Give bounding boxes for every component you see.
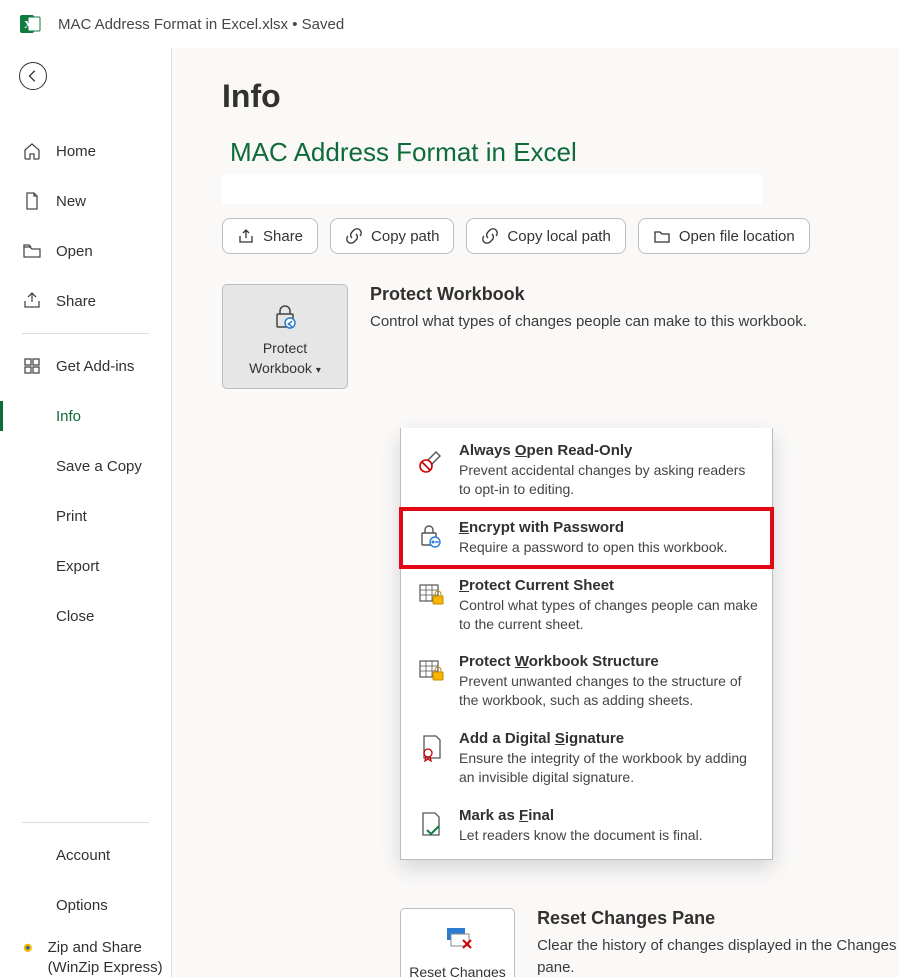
sidebar-item-label: Open	[56, 243, 93, 260]
sidebar-separator	[22, 333, 149, 334]
dropdown-item-title: Protect Workbook Structure	[459, 653, 758, 670]
sidebar-item-label: Options	[56, 897, 108, 914]
button-label-line1: Reset Changes	[409, 964, 506, 977]
dropdown-item-desc: Ensure the integrity of the workbook by …	[459, 749, 758, 787]
excel-app-icon: X	[18, 12, 42, 36]
copy-path-button[interactable]: Copy path	[330, 218, 454, 254]
sidebar-item-options[interactable]: Options	[0, 880, 171, 930]
dropdown-item-title: Add a Digital Signature	[459, 730, 758, 747]
sheet-lock-icon	[415, 577, 447, 613]
dropdown-item-title: Always Open Read-Only	[459, 442, 758, 459]
section-description: Control what types of changes people can…	[370, 311, 807, 333]
dropdown-item-desc: Control what types of changes people can…	[459, 596, 758, 634]
sidebar-item-label: Close	[56, 608, 94, 625]
sidebar-item-label: Share	[56, 293, 96, 310]
button-label: Open file location	[679, 228, 795, 245]
protect-workbook-dropdown: Always Open Read-Only Prevent accidental…	[400, 428, 773, 860]
sidebar-item-label: Export	[56, 558, 99, 575]
dropdown-item-desc: Prevent unwanted changes to the structur…	[459, 672, 758, 710]
folder-open-icon	[22, 241, 42, 261]
sidebar-item-label: Get Add-ins	[56, 358, 134, 375]
section-heading: Reset Changes Pane	[537, 908, 899, 929]
dropdown-item-title: Mark as Final	[459, 807, 703, 824]
sidebar-item-home[interactable]: Home	[0, 126, 171, 176]
dropdown-item-protect-structure[interactable]: Protect Workbook Structure Prevent unwan…	[401, 643, 772, 720]
winzip-icon	[22, 938, 34, 958]
new-doc-icon	[22, 191, 42, 211]
sidebar-item-label: Info	[56, 408, 81, 425]
share-button[interactable]: Share	[222, 218, 318, 254]
dropdown-item-desc: Require a password to open this workbook…	[459, 538, 727, 557]
folder-icon	[653, 227, 671, 245]
page-title: Info	[222, 78, 899, 115]
reset-changes-pane-button[interactable]: Reset Changes Pane	[400, 908, 515, 977]
sidebar-item-export[interactable]: Export	[0, 541, 171, 591]
button-label: Copy path	[371, 228, 439, 245]
back-button[interactable]	[19, 62, 47, 90]
backstage-main: Info MAC Address Format in Excel Share C…	[172, 48, 899, 977]
home-icon	[22, 141, 42, 161]
share-icon	[22, 291, 42, 311]
dropdown-item-title: Protect Current Sheet	[459, 577, 758, 594]
document-check-icon	[415, 807, 447, 843]
addins-icon	[22, 356, 42, 376]
sidebar-item-label: Print	[56, 508, 87, 525]
sidebar-item-info[interactable]: Info	[0, 391, 171, 441]
sidebar-item-save-copy[interactable]: Save a Copy	[0, 441, 171, 491]
sidebar-item-share[interactable]: Share	[0, 276, 171, 326]
window-title: MAC Address Format in Excel.xlsx • Saved	[58, 16, 344, 33]
sidebar-separator	[22, 822, 149, 823]
pencil-prohibit-icon	[415, 442, 447, 478]
button-label-line2: Workbook	[249, 360, 312, 376]
dropdown-item-desc: Prevent accidental changes by asking rea…	[459, 461, 758, 499]
dropdown-item-mark-final[interactable]: Mark as Final Let readers know the docum…	[401, 797, 772, 855]
protect-workbook-section: Protect Workbook ▾ Protect Workbook Contr…	[222, 284, 899, 389]
open-file-location-button[interactable]: Open file location	[638, 218, 810, 254]
link-icon	[345, 227, 363, 245]
backstage-sidebar: Home New Open Share Get Add-ins Info Sav…	[0, 48, 172, 977]
reset-changes-section: Reset Changes Pane Reset Changes Pane Cl…	[400, 908, 899, 977]
sidebar-item-label: Save a Copy	[56, 458, 142, 475]
svg-text:X: X	[24, 19, 32, 31]
share-arrow-icon	[237, 227, 255, 245]
sidebar-item-open[interactable]: Open	[0, 226, 171, 276]
action-buttons-row: Share Copy path Copy local path Open fil…	[222, 218, 899, 254]
dropdown-item-desc: Let readers know the document is final.	[459, 826, 703, 845]
document-path	[222, 174, 762, 204]
document-title: MAC Address Format in Excel	[222, 137, 899, 168]
copy-local-path-button[interactable]: Copy local path	[466, 218, 625, 254]
sidebar-item-close[interactable]: Close	[0, 591, 171, 641]
dropdown-item-digital-signature[interactable]: Add a Digital Signature Ensure the integ…	[401, 720, 772, 797]
sidebar-item-print[interactable]: Print	[0, 491, 171, 541]
link-icon	[481, 227, 499, 245]
button-label: Share	[263, 228, 303, 245]
protect-workbook-button[interactable]: Protect Workbook ▾	[222, 284, 348, 389]
dropdown-item-read-only[interactable]: Always Open Read-Only Prevent accidental…	[401, 432, 772, 509]
lock-key-icon	[415, 519, 447, 555]
certificate-icon	[415, 730, 447, 766]
sidebar-item-addins[interactable]: Get Add-ins	[0, 341, 171, 391]
sidebar-item-label: New	[56, 193, 86, 210]
sidebar-item-label: Home	[56, 143, 96, 160]
workbook-lock-icon	[415, 653, 447, 689]
button-label-line1: Protect	[263, 340, 307, 356]
button-label: Copy local path	[507, 228, 610, 245]
section-heading: Protect Workbook	[370, 284, 807, 305]
dropdown-item-protect-sheet[interactable]: Protect Current Sheet Control what types…	[401, 567, 772, 644]
section-description: Clear the history of changes displayed i…	[537, 935, 899, 977]
sidebar-item-new[interactable]: New	[0, 176, 171, 226]
titlebar: X MAC Address Format in Excel.xlsx • Sav…	[0, 0, 899, 48]
sidebar-item-label: Account	[56, 847, 110, 864]
chevron-down-icon: ▾	[316, 364, 321, 378]
sidebar-item-winzip[interactable]: Zip and Share (WinZip Express)	[0, 930, 171, 977]
reset-pane-icon	[407, 923, 508, 957]
sidebar-item-account[interactable]: Account	[0, 830, 171, 880]
lock-icon	[229, 299, 341, 333]
sidebar-item-label: Zip and Share (WinZip Express)	[48, 938, 171, 977]
dropdown-item-title: Encrypt with Password	[459, 519, 727, 536]
dropdown-item-encrypt-password[interactable]: Encrypt with Password Require a password…	[401, 509, 772, 567]
